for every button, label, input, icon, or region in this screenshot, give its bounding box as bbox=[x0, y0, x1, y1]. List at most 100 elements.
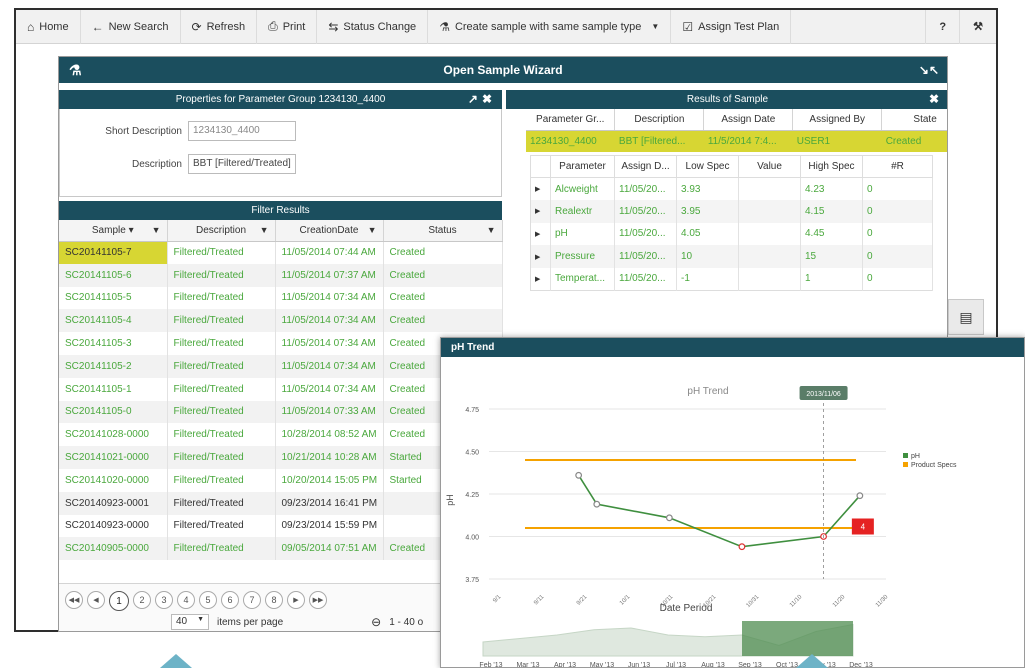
page-7-button[interactable]: 7 bbox=[243, 591, 261, 609]
create-sample-button[interactable]: ⚗ Create sample with same sample type ▼ bbox=[428, 9, 672, 44]
page-8-button[interactable]: 8 bbox=[265, 591, 283, 609]
table-row[interactable]: SC20141105-2 Filtered/Treated 11/05/2014 0… bbox=[59, 354, 503, 378]
swap-icon: ⇆ bbox=[328, 19, 339, 34]
zoom-out-icon[interactable]: ⊖ bbox=[371, 615, 381, 629]
navigator-month-label: Jul '13 bbox=[666, 662, 686, 668]
description-field[interactable]: BBT [Filtered/Treated] bbox=[188, 154, 296, 174]
table-row[interactable]: SC20141105-4 Filtered/Treated 11/05/2014 0… bbox=[59, 309, 503, 333]
table-row[interactable]: SC20141105-6 Filtered/Treated 11/05/2014 0… bbox=[59, 263, 503, 287]
expand-arrow-icon[interactable]: ▶ bbox=[530, 200, 551, 223]
legend-swatch bbox=[903, 453, 908, 458]
x-tick-label: 10/31 bbox=[746, 594, 761, 609]
side-panel-button[interactable]: ▤ bbox=[948, 299, 984, 335]
prev-page-button[interactable]: ◀ bbox=[87, 591, 105, 609]
column-header-high-spec[interactable]: High Spec bbox=[800, 155, 863, 178]
data-point bbox=[665, 514, 673, 522]
column-header-description[interactable]: Description ▼ bbox=[167, 220, 276, 242]
filter-icon[interactable]: ▼ bbox=[260, 225, 269, 235]
column-header-sample[interactable]: Sample ▾ ▼ bbox=[59, 220, 168, 242]
parameters-table: Parameter Assign D... Low Spec Value Hig… bbox=[530, 155, 933, 291]
print-button[interactable]: ⎙ Print bbox=[257, 9, 318, 44]
wizard-title-bar: ⚗ Open Sample Wizard ↘↖ bbox=[59, 57, 947, 83]
close-icon[interactable]: ✖ bbox=[929, 92, 943, 106]
column-header-assign-date[interactable]: Assign D... bbox=[614, 155, 677, 178]
table-row[interactable]: SC20141021-0000 Filtered/Treated 10/21/201… bbox=[59, 446, 503, 469]
assign-test-plan-button[interactable]: ☑ Assign Test Plan bbox=[671, 9, 792, 44]
table-row[interactable]: SC20141020-0000 Filtered/Treated 10/20/201… bbox=[59, 468, 503, 492]
chart-title: pH Trend bbox=[687, 386, 728, 397]
column-header-assigned-by[interactable]: Assigned By bbox=[792, 109, 883, 131]
column-header-r-count[interactable]: #R bbox=[862, 155, 933, 178]
expand-arrow-icon[interactable]: ▶ bbox=[530, 245, 551, 268]
column-header-low-spec[interactable]: Low Spec bbox=[676, 155, 739, 178]
wrench-icon: ⚒ bbox=[973, 21, 983, 33]
expand-arrow-icon[interactable]: ▶ bbox=[530, 177, 551, 201]
table-row[interactable]: SC20141105-7 Filtered/Treated 11/05/2014 0… bbox=[59, 241, 503, 264]
table-row[interactable]: SC20141105-1 Filtered/Treated 11/05/2014 0… bbox=[59, 377, 503, 401]
settings-button[interactable]: ⚒ bbox=[959, 9, 996, 44]
page-3-button[interactable]: 3 bbox=[155, 591, 173, 609]
table-row[interactable]: SC20140923-0000 Filtered/Treated 09/23/201… bbox=[59, 514, 503, 538]
navigator-month-label: Aug '13 bbox=[701, 662, 725, 668]
navigator-month-label: Apr '13 bbox=[554, 662, 576, 668]
expand-arrow-icon[interactable]: ▶ bbox=[530, 267, 551, 291]
page-1-button[interactable]: 1 bbox=[109, 591, 129, 611]
results-header: Results of Sample ✖ bbox=[506, 90, 947, 109]
table-row[interactable]: SC20141105-5 Filtered/Treated 11/05/2014 0… bbox=[59, 286, 503, 310]
parameter-row[interactable]: ▶ Pressure 11/05/20... 10 15 0 bbox=[530, 245, 933, 268]
status-change-button[interactable]: ⇆ Status Change bbox=[317, 9, 429, 44]
filter-icon[interactable]: ▼ bbox=[152, 225, 161, 235]
first-page-button[interactable]: ◀◀ bbox=[65, 591, 83, 609]
x-tick-label: 10/1 bbox=[619, 594, 632, 607]
page-4-button[interactable]: 4 bbox=[177, 591, 195, 609]
dropdown-arrow-icon[interactable]: ▼ bbox=[651, 22, 659, 31]
page-5-button[interactable]: 5 bbox=[199, 591, 217, 609]
page-2-button[interactable]: 2 bbox=[133, 591, 151, 609]
table-row[interactable]: SC20141028-0000 Filtered/Treated 10/28/201… bbox=[59, 423, 503, 447]
column-header-description[interactable]: Description bbox=[614, 109, 705, 131]
legend-label: Product Specs bbox=[911, 462, 957, 469]
parameter-group-row[interactable]: 1234130_4400 BBT [Filtered... 11/5/2014 … bbox=[526, 130, 947, 152]
y-tick-label: 4.25 bbox=[465, 492, 479, 499]
column-header-creation-date[interactable]: CreationDate ▼ bbox=[275, 220, 384, 242]
table-row[interactable]: SC20140905-0000 Filtered/Treated 09/05/201… bbox=[59, 537, 503, 561]
arrow-left-icon: ← bbox=[91, 19, 104, 34]
pointer-arrow-right bbox=[796, 654, 828, 668]
column-header-state[interactable]: State bbox=[881, 109, 947, 131]
filter-icon[interactable]: ▼ bbox=[368, 225, 377, 235]
column-header-value[interactable]: Value bbox=[738, 155, 801, 178]
table-row[interactable]: SC20141105-0 Filtered/Treated 11/05/2014 0… bbox=[59, 400, 503, 424]
results-table: Parameter Gr... Description Assign Date … bbox=[526, 109, 947, 152]
column-header-parameter[interactable]: Parameter bbox=[550, 155, 615, 178]
parameter-row[interactable]: ▶ Temperat... 11/05/20... -1 1 0 bbox=[530, 267, 933, 291]
navigator-month-label: Jun '13 bbox=[628, 662, 650, 668]
properties-form: Short Description 1234130_4400 Descripti… bbox=[59, 109, 502, 197]
y-tick-label: 4.75 bbox=[465, 407, 479, 414]
ph-trend-chart[interactable]: pH Trend pH Date Period 4.754.504.254.00… bbox=[441, 357, 1025, 668]
refresh-button[interactable]: ⟳ Refresh bbox=[181, 9, 258, 44]
parameter-row[interactable]: ▶ Alcweight 11/05/20... 3.93 4.23 0 bbox=[530, 177, 933, 201]
short-description-field[interactable]: 1234130_4400 bbox=[188, 121, 296, 141]
main-toolbar: ⌂ Home ← New Search ⟳ Refresh ⎙ Print ⇆ Statu… bbox=[16, 9, 996, 44]
last-page-button[interactable]: ▶▶ bbox=[309, 591, 327, 609]
column-header-parameter-group[interactable]: Parameter Gr... bbox=[526, 109, 616, 131]
column-header-assign-date[interactable]: Assign Date bbox=[703, 109, 794, 131]
filter-icon[interactable]: ▼ bbox=[487, 225, 496, 235]
results-panel: Results of Sample ✖ Parameter Gr... Desc… bbox=[506, 90, 947, 350]
help-button[interactable]: ? bbox=[925, 9, 959, 44]
expand-arrow-icon[interactable]: ▶ bbox=[530, 222, 551, 246]
items-per-page-select[interactable]: 40 ▼ bbox=[171, 614, 209, 630]
parameter-row[interactable]: ▶ pH 11/05/20... 4.05 4.45 0 bbox=[530, 222, 933, 246]
legend-swatch bbox=[903, 462, 908, 467]
new-search-button[interactable]: ← New Search bbox=[81, 9, 181, 44]
parameter-row[interactable]: ▶ Realextr 11/05/20... 3.95 4.15 0 bbox=[530, 200, 933, 223]
table-row[interactable]: SC20140923-0001 Filtered/Treated 09/23/201… bbox=[59, 491, 503, 515]
table-row[interactable]: SC20141105-3 Filtered/Treated 11/05/2014 0… bbox=[59, 332, 503, 355]
next-page-button[interactable]: ▶ bbox=[287, 591, 305, 609]
column-header-status[interactable]: Status ▼ bbox=[383, 220, 503, 242]
page-6-button[interactable]: 6 bbox=[221, 591, 239, 609]
close-icon[interactable]: ✖ bbox=[482, 92, 496, 106]
home-button[interactable]: ⌂ Home bbox=[16, 9, 81, 44]
expand-icon[interactable]: ↗ bbox=[468, 92, 482, 106]
collapse-icon[interactable]: ↘↖ bbox=[919, 63, 939, 77]
